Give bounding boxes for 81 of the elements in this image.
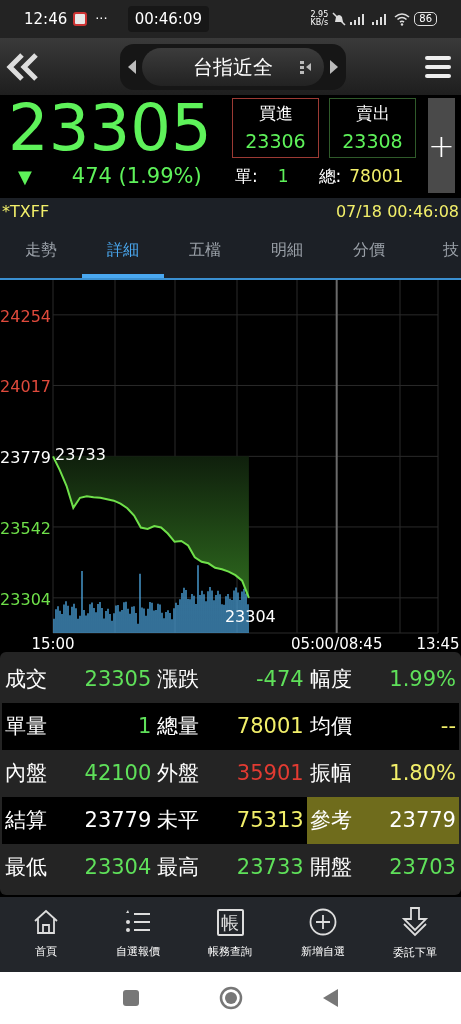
field-label: 成交 <box>5 665 47 693</box>
field-label: 最高 <box>157 853 200 881</box>
field-label: 內盤 <box>5 759 47 787</box>
y-axis-label: 23542 <box>0 518 51 538</box>
price-change: 474 (1.99%) <box>71 163 202 190</box>
x-axis-label: 13:45 <box>416 635 460 652</box>
price-annotation: 23733 <box>55 445 106 465</box>
bottom-nav-item[interactable]: 委託下單 <box>368 897 461 972</box>
field-value: 23733 <box>236 853 304 881</box>
y-axis-label: 24017 <box>0 377 51 397</box>
field-label: 均價 <box>309 712 352 740</box>
timer: 00:46:09 <box>127 5 209 33</box>
plus-circle-icon <box>308 908 337 937</box>
field-label: 未平 <box>157 806 200 834</box>
back-button[interactable] <box>322 989 339 1007</box>
field-value: 1 <box>137 712 152 740</box>
field-value: 1.80% <box>389 759 456 787</box>
field-value: 35901 <box>236 759 304 787</box>
app-icon <box>73 12 88 26</box>
field-label: 總量 <box>157 712 200 740</box>
tab[interactable]: 五檔 <box>164 225 246 278</box>
field-label: 最低 <box>5 853 47 881</box>
field-value: 23779 <box>389 806 456 834</box>
field-value: 1.99% <box>389 665 456 693</box>
total-volume: 78001 <box>349 165 404 188</box>
grid-icon <box>300 59 312 74</box>
field-label: 單量 <box>5 712 47 740</box>
bid-box[interactable]: 買進 23306 <box>232 98 319 158</box>
clock: 12:46 <box>24 8 68 30</box>
contract-symbol: *TXFF <box>2 200 50 223</box>
field-label: 結算 <box>5 806 47 834</box>
field-label: 振幅 <box>309 759 352 787</box>
x-axis-label: 05:00/08:45 <box>290 635 383 652</box>
field-value: 23703 <box>389 853 456 881</box>
home-button[interactable] <box>218 986 243 1010</box>
field-value: -- <box>440 712 456 740</box>
more-notifications: ··· <box>95 10 108 29</box>
next-arrow-icon[interactable] <box>328 58 340 75</box>
field-value: 42100 <box>84 759 152 787</box>
field-value: 75313 <box>236 806 304 834</box>
double-chevron-left-icon[interactable] <box>6 51 40 82</box>
field-value: 78001 <box>236 712 304 740</box>
add-button[interactable]: + <box>428 98 455 193</box>
bottom-nav-item[interactable]: 自選報價 <box>92 897 185 972</box>
mute-icon <box>332 12 347 26</box>
last-price: 23305 <box>8 95 213 161</box>
down-arrow: ▼ <box>18 165 32 190</box>
field-label: 開盤 <box>309 853 352 881</box>
menu-icon[interactable] <box>425 53 451 80</box>
field-label: 外盤 <box>157 759 200 787</box>
ask-box[interactable]: 賣出 23308 <box>329 98 416 158</box>
quote-datetime: 07/18 00:46:08 <box>335 200 459 223</box>
single-volume: 1 <box>277 165 289 188</box>
total-volume-label: 總: <box>318 165 342 188</box>
bottom-nav-item[interactable]: 新增自選 <box>276 897 369 972</box>
battery-indicator: 86 <box>414 12 437 26</box>
wifi-icon <box>394 12 411 26</box>
symbol-title-button[interactable]: 台指近全 <box>142 47 324 86</box>
y-axis-label: 24254 <box>0 306 51 326</box>
field-value: -474 <box>256 665 304 693</box>
network-speed: 2.95 KB/s <box>310 11 329 27</box>
recents-button[interactable] <box>122 990 139 1006</box>
tab[interactable]: 明細 <box>246 225 328 278</box>
y-axis-label: 23304 <box>0 589 51 609</box>
field-value: 23779 <box>84 806 152 834</box>
tab[interactable]: 分價 <box>328 225 410 278</box>
field-label: 幅度 <box>309 665 352 693</box>
tab[interactable]: 走勢 <box>0 225 82 278</box>
bottom-nav-item[interactable]: 首頁 <box>0 897 93 972</box>
field-label: 參考 <box>309 806 352 834</box>
x-axis-label: 15:00 <box>31 635 75 652</box>
ledger-icon: 帳 <box>217 908 244 936</box>
field-value: 23304 <box>84 853 152 881</box>
tab[interactable]: 技 <box>410 225 461 278</box>
bottom-nav-item[interactable]: 帳 帳務查詢 <box>184 897 277 972</box>
field-value: 23305 <box>84 665 152 693</box>
y-axis-label: 23779 <box>0 448 51 468</box>
single-volume-label: 單: <box>235 165 258 188</box>
field-label: 漲跌 <box>157 665 200 693</box>
prev-arrow-icon[interactable] <box>126 58 138 75</box>
down-arrow-icon <box>400 907 429 938</box>
